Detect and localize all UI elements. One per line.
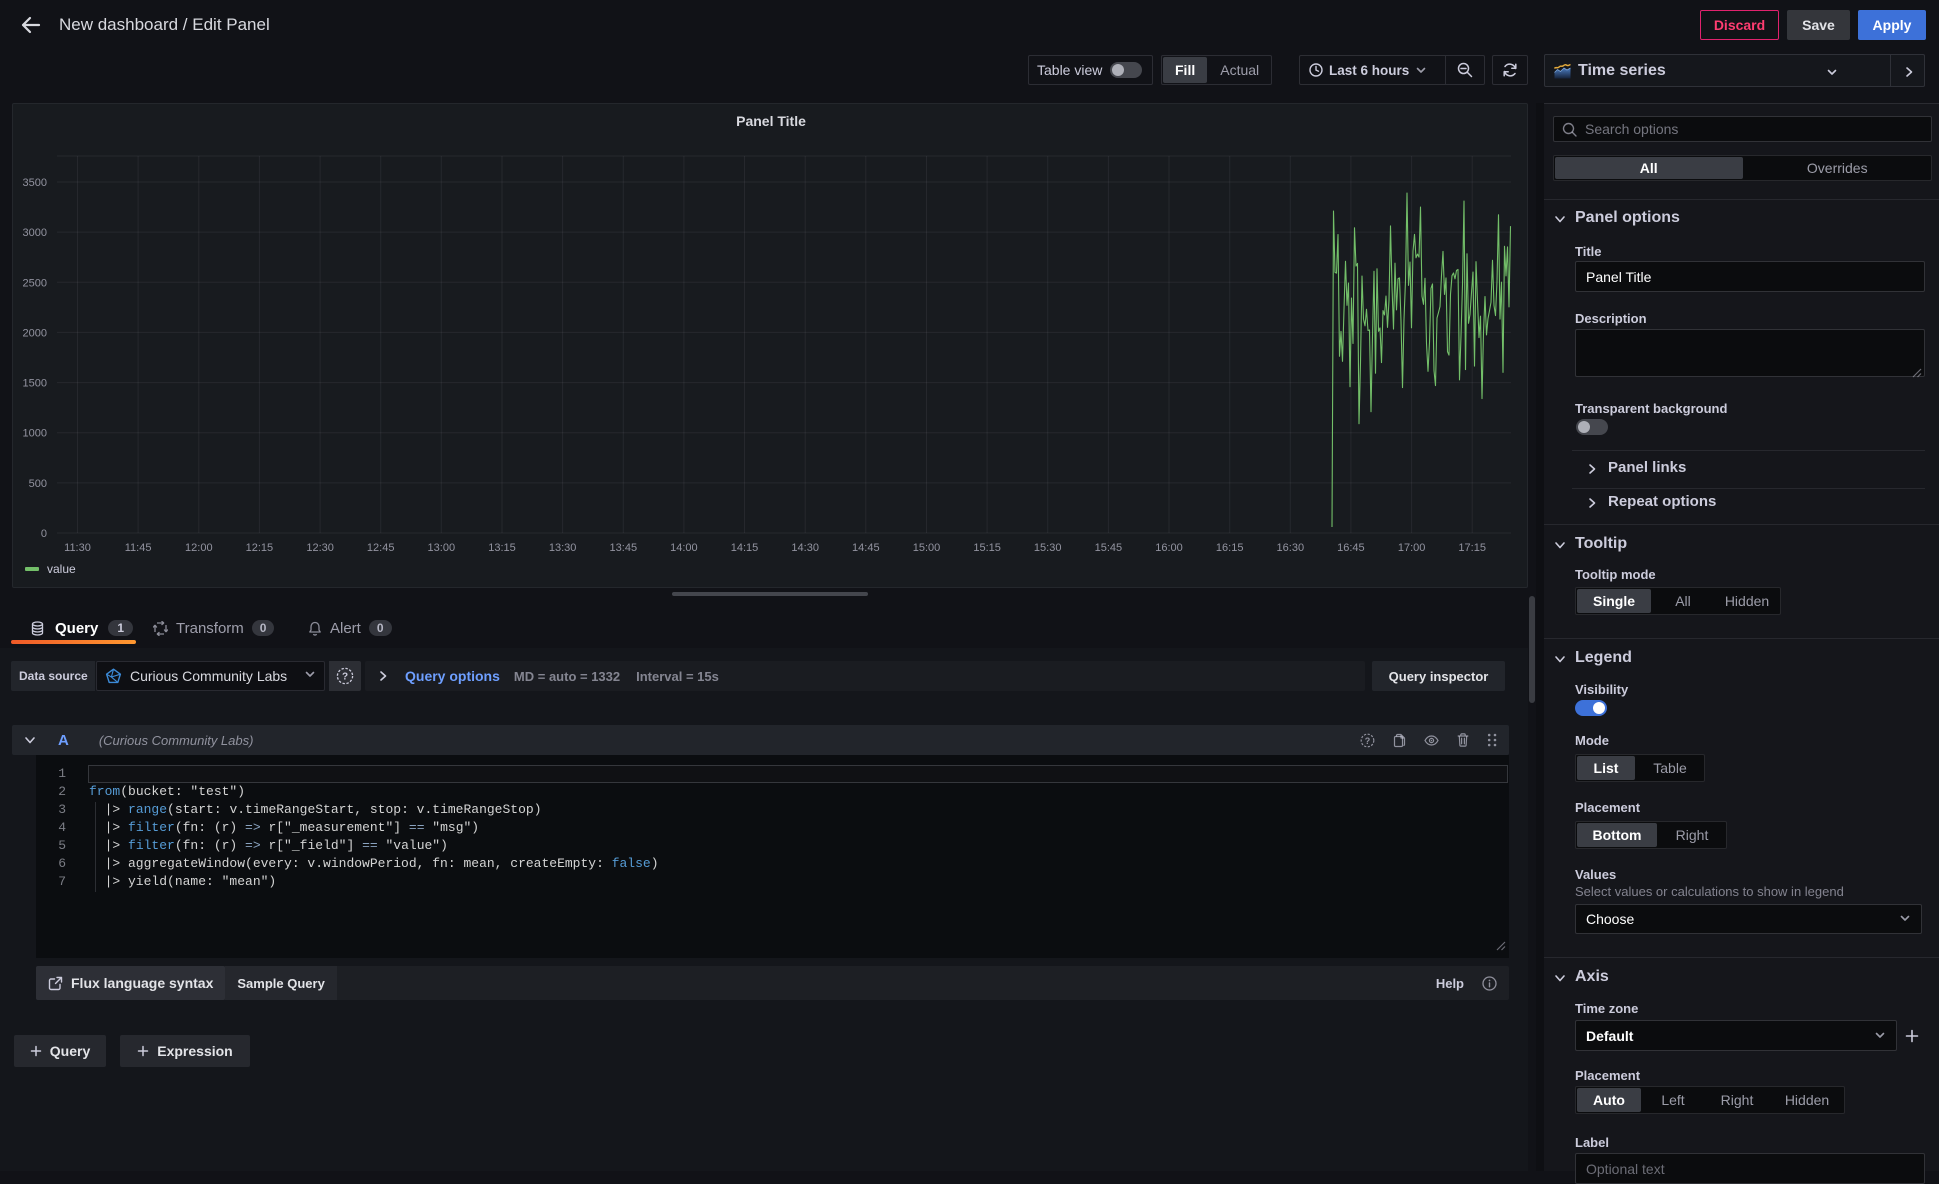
svg-text:1000: 1000 — [23, 428, 47, 440]
svg-text:13:15: 13:15 — [488, 542, 516, 554]
svg-text:12:45: 12:45 — [367, 542, 395, 554]
svg-text:16:15: 16:15 — [1216, 542, 1244, 554]
svg-text:3000: 3000 — [23, 227, 47, 239]
svg-text:16:45: 16:45 — [1337, 542, 1365, 554]
svg-text:11:45: 11:45 — [125, 542, 152, 554]
svg-text:500: 500 — [29, 478, 47, 490]
svg-text:12:15: 12:15 — [246, 542, 274, 554]
svg-text:11:30: 11:30 — [64, 542, 91, 554]
svg-text:1500: 1500 — [23, 378, 47, 390]
svg-text:13:30: 13:30 — [549, 542, 577, 554]
svg-text:?: ? — [342, 672, 348, 683]
svg-text:14:00: 14:00 — [670, 542, 698, 554]
svg-text:?: ? — [1365, 735, 1371, 745]
svg-text:14:45: 14:45 — [852, 542, 880, 554]
svg-text:13:00: 13:00 — [428, 542, 456, 554]
svg-text:15:15: 15:15 — [973, 542, 1001, 554]
svg-text:15:45: 15:45 — [1095, 542, 1123, 554]
svg-text:16:30: 16:30 — [1277, 542, 1305, 554]
svg-text:17:15: 17:15 — [1458, 542, 1486, 554]
svg-text:15:00: 15:00 — [913, 542, 941, 554]
svg-text:12:00: 12:00 — [185, 542, 213, 554]
svg-text:0: 0 — [41, 528, 47, 540]
svg-text:2000: 2000 — [23, 327, 47, 339]
svg-text:2500: 2500 — [23, 277, 47, 289]
svg-text:13:45: 13:45 — [610, 542, 638, 554]
svg-text:17:00: 17:00 — [1398, 542, 1426, 554]
svg-text:16:00: 16:00 — [1155, 542, 1183, 554]
svg-text:3500: 3500 — [23, 177, 47, 189]
svg-text:14:30: 14:30 — [791, 542, 819, 554]
svg-text:12:30: 12:30 — [306, 542, 334, 554]
svg-text:15:30: 15:30 — [1034, 542, 1062, 554]
svg-text:14:15: 14:15 — [731, 542, 759, 554]
